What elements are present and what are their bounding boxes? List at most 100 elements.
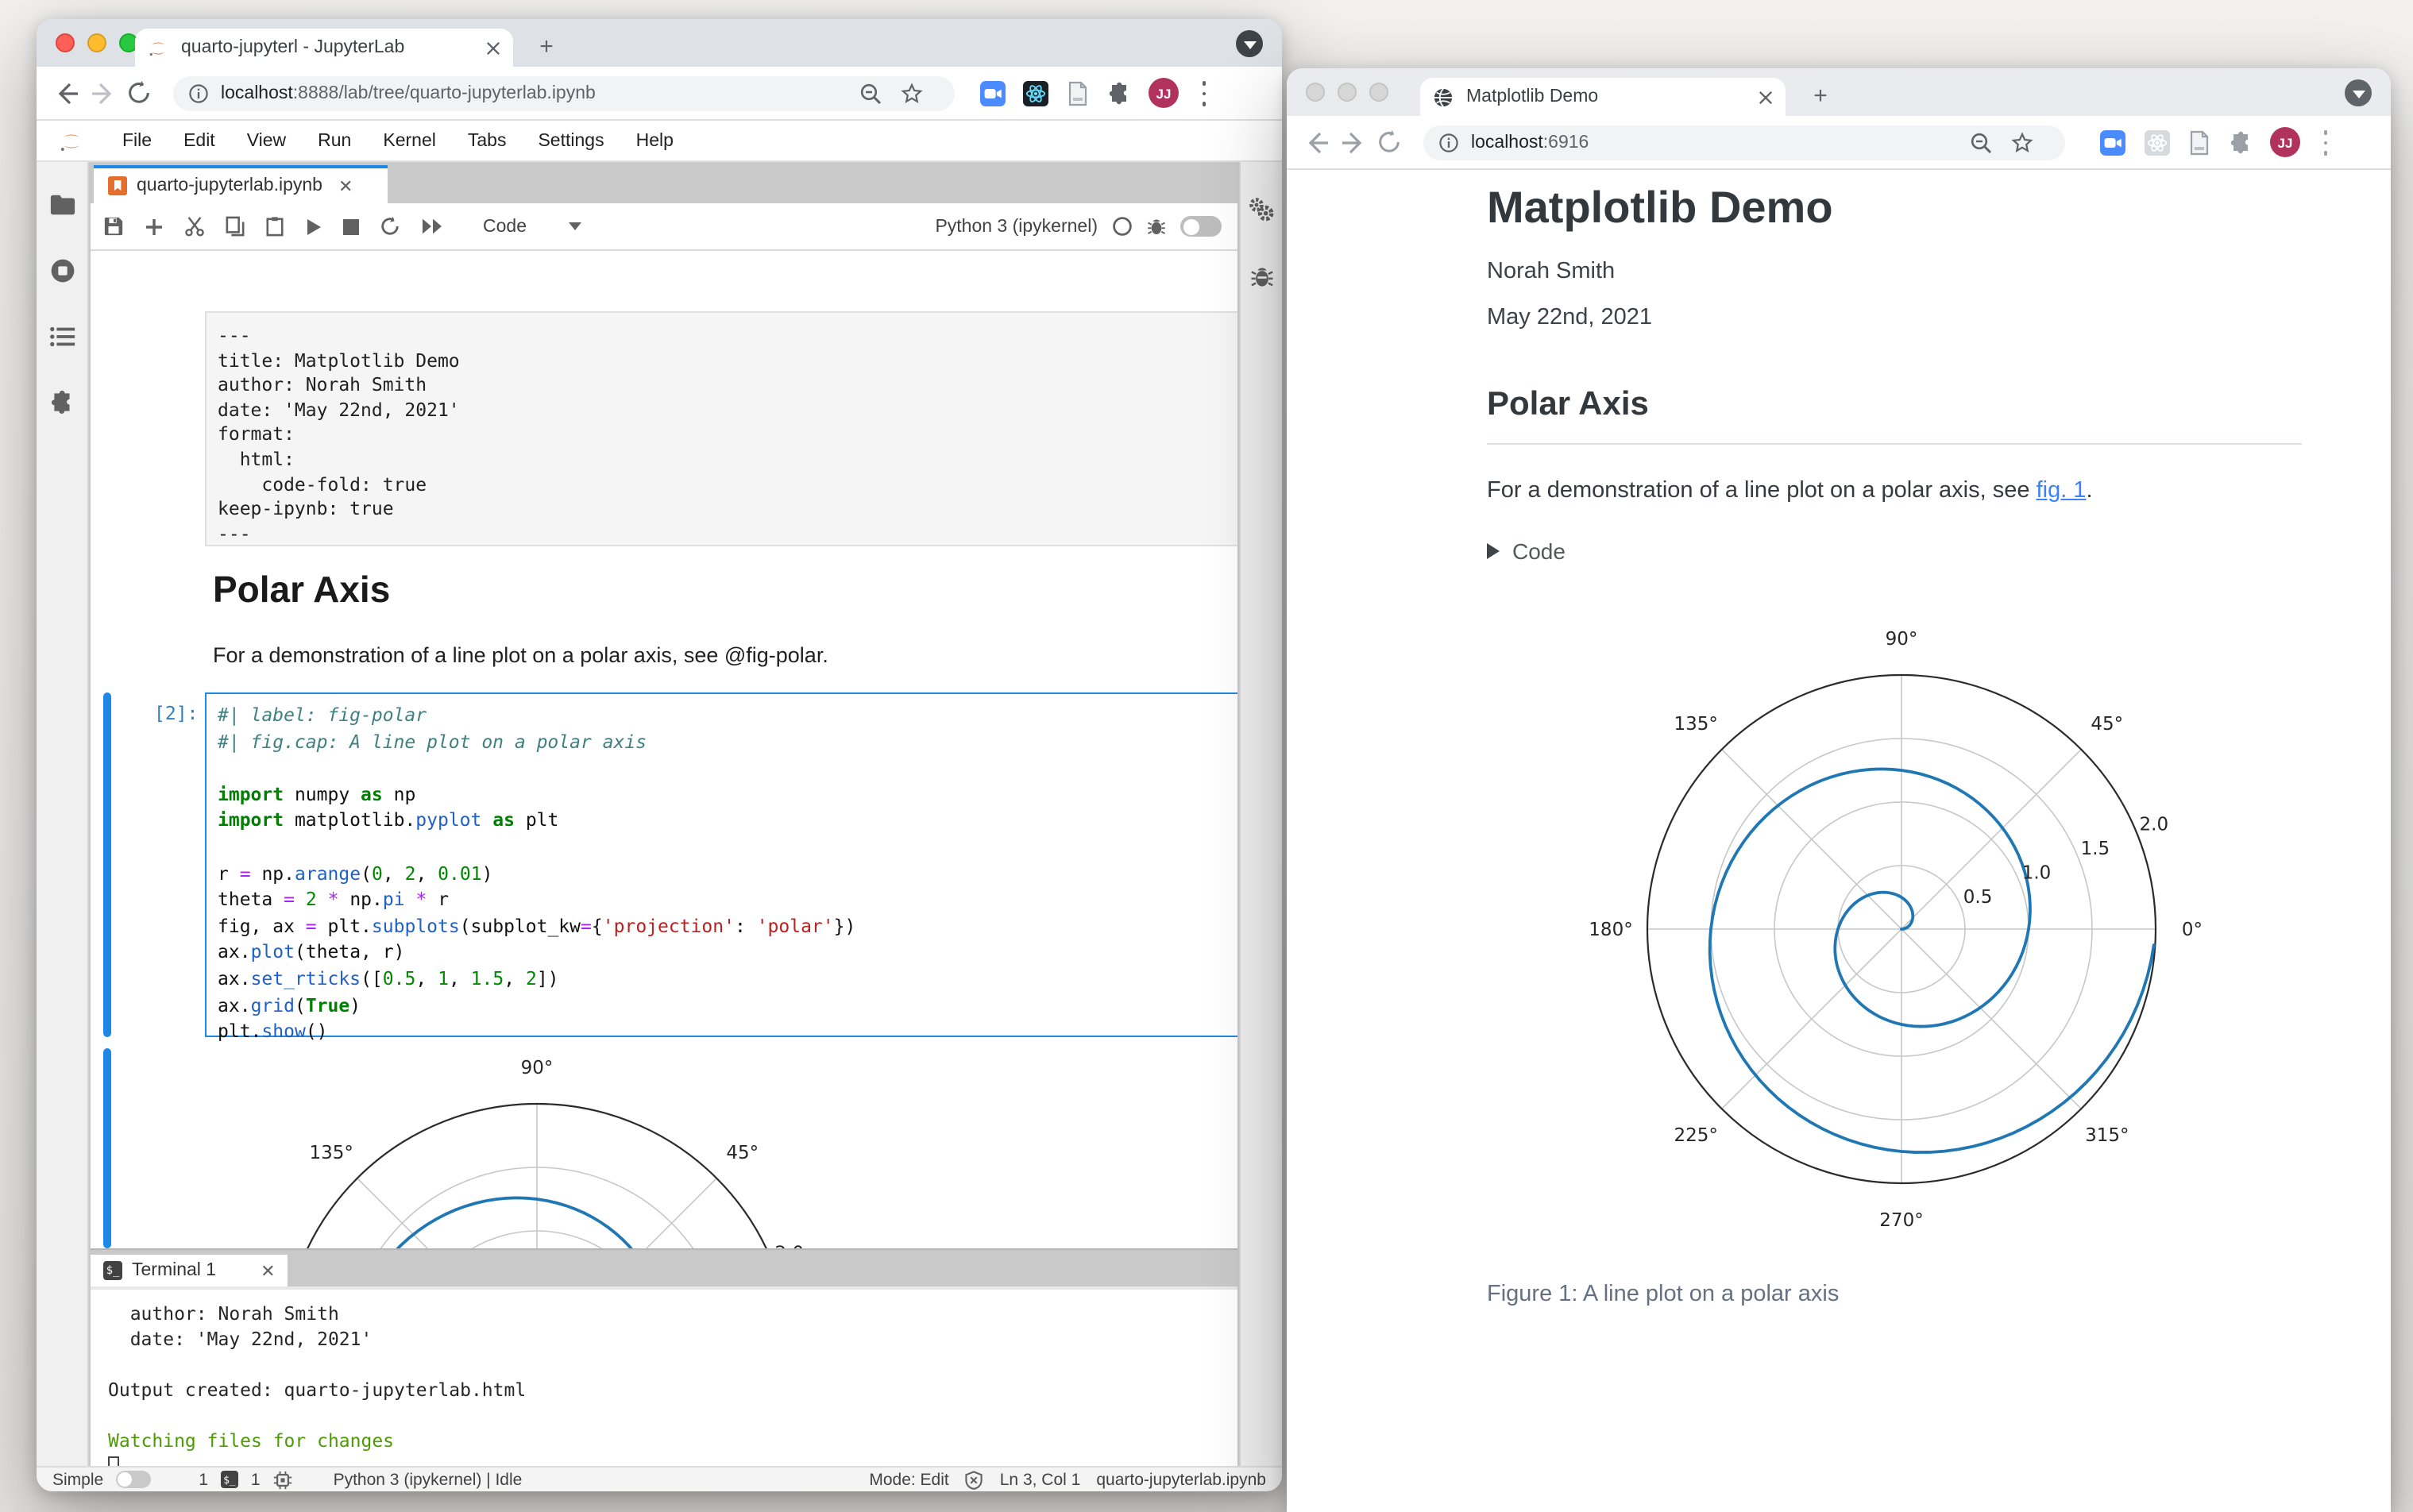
output-collapser[interactable] [103,1048,111,1248]
new-tab-button[interactable]: + [532,33,561,62]
code-cell[interactable]: #| label: fig-polar #| fig.cap: A line pl… [205,692,1237,1042]
menu-item-help[interactable]: Help [620,131,689,150]
react-devtools-extension-icon[interactable] [1023,81,1048,106]
zoom-extension-icon[interactable] [980,81,1006,106]
svg-text:1.5: 1.5 [2081,839,2110,859]
terminal-output[interactable]: author: Norah Smith date: 'May 22nd, 202… [91,1286,1237,1475]
back-icon[interactable] [52,79,81,108]
menu-item-file[interactable]: File [106,131,168,150]
site-info-icon[interactable] [1439,133,1458,152]
avatar[interactable]: JJ [1149,78,1179,108]
minimize-window-button[interactable] [1338,83,1357,102]
close-window-button[interactable] [56,33,75,52]
restart-run-all-icon[interactable] [421,218,443,235]
address-bar[interactable]: localhost:8888/lab/tree/quarto-jupyterla… [173,76,955,111]
browser-tab[interactable]: quarto-jupyterl - JupyterLab [135,29,513,67]
svg-text:2.0: 2.0 [2140,814,2169,835]
notebook-tab[interactable]: quarto-jupyterlab.ipynb ✕ [94,165,388,203]
browser-menu-icon[interactable] [2322,130,2329,156]
doc-date: May 22nd, 2021 [1487,305,1652,330]
back-icon[interactable] [1303,129,1331,157]
menu-item-settings[interactable]: Settings [522,131,620,150]
debugger-toggle-icon[interactable] [1147,216,1166,237]
terminal-line: date: 'May 22nd, 2021' [108,1328,373,1350]
site-info-icon[interactable] [189,84,208,103]
menu-item-tabs[interactable]: Tabs [452,131,523,150]
extension-manager-icon[interactable] [48,389,75,416]
menu-item-view[interactable]: View [231,131,302,150]
forward-icon[interactable] [89,79,118,108]
close-window-button[interactable] [1306,83,1325,102]
puzzle-extensions-icon[interactable] [1107,81,1133,106]
zoom-page-icon[interactable] [859,83,882,105]
paste-cells-icon[interactable] [265,216,284,237]
tab-close-icon[interactable] [486,40,500,55]
bookmark-star-icon[interactable] [2011,132,2033,154]
document-extension-icon[interactable] [2187,130,2213,156]
menubar-items: File Edit View Run Kernel Tabs Settings Help [106,131,689,150]
simple-interface-toggle[interactable] [116,1471,152,1488]
svg-text:90°: 90° [521,1058,554,1078]
notification-icon[interactable] [965,1470,984,1489]
zoom-window-button[interactable] [1369,83,1388,102]
avatar[interactable]: JJ [2270,127,2300,157]
window-controls[interactable] [1306,83,1388,102]
forward-icon[interactable] [1339,129,1368,157]
cut-cells-icon[interactable] [184,216,205,237]
code-fold-toggle[interactable]: Code [1487,538,1566,564]
markdown-heading[interactable]: Polar Axis [213,569,390,611]
menu-item-edit[interactable]: Edit [168,131,231,150]
running-sessions-icon[interactable] [48,257,75,284]
yaml-line: html: [218,447,295,470]
tab-search-icon[interactable] [2345,79,2372,106]
document-extension-icon[interactable] [1066,81,1091,106]
window-controls[interactable] [56,33,138,52]
copy-cells-icon[interactable] [226,216,245,237]
status-bar: Simple 1 $_ 1 Python 3 (ipykernel) | Idl… [37,1466,1282,1491]
file-browser-icon[interactable] [48,194,75,216]
react-devtools-extension-icon[interactable] [2145,130,2170,156]
yaml-raw-cell[interactable]: --- title: Matplotlib Demo author: Norah S… [205,311,1237,546]
menu-item-run[interactable]: Run [302,131,367,150]
new-tab-button[interactable]: + [1806,83,1835,111]
input-collapser[interactable] [103,692,111,1037]
terminal-count[interactable]: 1 [199,1470,208,1489]
browser-menu-icon[interactable] [1201,81,1207,106]
markdown-paragraph[interactable]: For a demonstration of a line plot on a … [213,643,828,667]
restart-kernel-icon[interactable] [380,216,400,237]
kernel-name[interactable]: Python 3 (ipykernel) [935,217,1098,236]
reload-icon[interactable] [1376,129,1404,157]
reload-icon[interactable] [125,79,154,108]
property-inspector-icon[interactable] [1249,197,1274,222]
preview-browser-window: Matplotlib Demo + localhost:6916 JJ Mat… [1287,68,2391,1512]
zoom-extension-icon[interactable] [2100,130,2125,156]
tab-search-icon[interactable] [1236,30,1263,57]
kernel-status-icon[interactable] [1112,216,1133,237]
puzzle-extensions-icon[interactable] [2229,130,2254,156]
menu-item-kernel[interactable]: Kernel [367,131,452,150]
minimize-window-button[interactable] [87,33,106,52]
bookmark-star-icon[interactable] [901,83,923,105]
simple-mode-toggle[interactable] [1180,216,1222,237]
run-cell-icon[interactable] [305,217,322,236]
interrupt-kernel-icon[interactable] [343,218,359,234]
cursor-position[interactable]: Ln 3, Col 1 [1000,1470,1081,1489]
table-of-contents-icon[interactable] [48,326,75,348]
command-mode-indicator[interactable]: Mode: Edit [869,1470,948,1489]
notebook-tab-close-icon[interactable]: ✕ [338,176,353,196]
address-bar[interactable]: localhost:6916 [1423,125,2065,160]
kernel-status-text[interactable]: Python 3 (ipykernel) | Idle [334,1470,523,1489]
figure-link[interactable]: fig. 1 [2037,478,2087,503]
add-cell-icon[interactable] [145,217,164,236]
browser-tab[interactable]: Matplotlib Demo [1420,78,1786,116]
code-line: import numpy as np [218,782,416,805]
terminal-tab-close-icon[interactable]: ✕ [261,1260,275,1281]
tab-close-icon[interactable] [1759,90,1773,104]
debugger-icon[interactable] [1249,264,1273,289]
save-icon[interactable] [103,216,124,237]
kernel-count[interactable]: 1 [251,1470,261,1489]
cell-type-select[interactable]: Code [483,217,581,236]
zoom-page-icon[interactable] [1970,132,1992,154]
terminal-tab[interactable]: $_ Terminal 1 ✕ [91,1255,288,1286]
